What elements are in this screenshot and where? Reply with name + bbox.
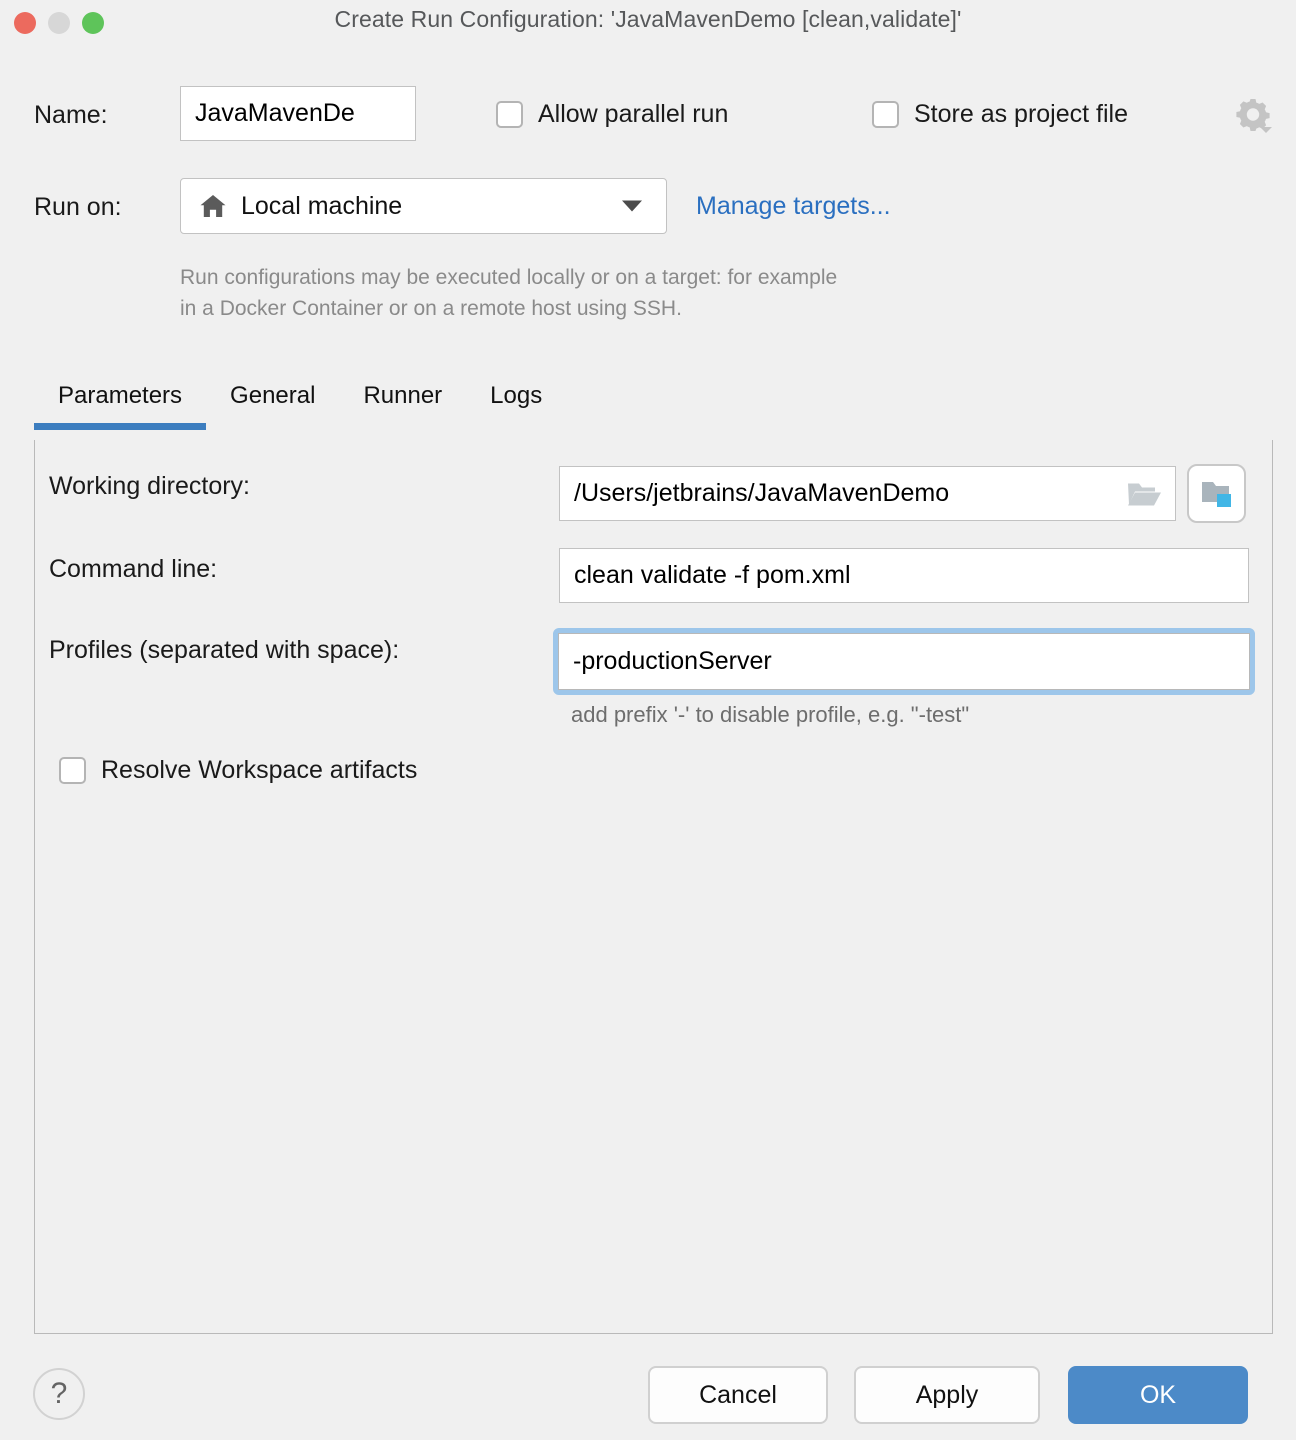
profiles-label: Profiles (separated with space): (49, 636, 400, 664)
allow-parallel-run-checkbox[interactable]: Allow parallel run (496, 100, 728, 129)
working-directory-value: /Users/jetbrains/JavaMavenDemo (574, 479, 950, 507)
resolve-workspace-artifacts-label: Resolve Workspace artifacts (101, 756, 418, 784)
run-on-hint-line-2: in a Docker Container or on a remote hos… (180, 297, 682, 320)
command-line-row: Command line: (49, 555, 217, 584)
profiles-input-focus-ring: -productionServer (553, 628, 1255, 695)
chevron-down-icon[interactable] (622, 200, 642, 212)
window-title: Create Run Configuration: 'JavaMavenDemo… (334, 6, 962, 32)
run-on-hint-line-1: Run configurations may be executed local… (180, 266, 838, 289)
parameters-panel: Working directory: /Users/jetbrains/Java… (34, 440, 1273, 1334)
tab-parameters[interactable]: Parameters (34, 382, 207, 430)
command-line-label: Command line: (49, 555, 218, 583)
checkbox-box[interactable] (59, 757, 86, 784)
profiles-value: -productionServer (573, 647, 772, 675)
working-directory-label: Working directory: (49, 472, 250, 500)
name-input[interactable]: JavaMavenDe (180, 86, 416, 141)
store-as-project-file-label: Store as project file (914, 100, 1128, 128)
checkbox-box[interactable] (496, 101, 523, 128)
allow-parallel-run-label: Allow parallel run (538, 100, 729, 128)
gear-icon[interactable] (1233, 96, 1273, 136)
working-directory-input[interactable]: /Users/jetbrains/JavaMavenDemo (559, 466, 1176, 521)
run-on-hint: Run configurations may be executed local… (180, 262, 837, 324)
command-line-input[interactable]: clean validate -f pom.xml (559, 548, 1249, 603)
working-directory-row: Working directory: (49, 472, 250, 501)
insert-macro-folder-icon (1201, 481, 1231, 507)
title-bar: Create Run Configuration: 'JavaMavenDemo… (0, 0, 1296, 52)
checkbox-box[interactable] (872, 101, 899, 128)
help-button[interactable]: ? (33, 1368, 85, 1420)
profiles-row: Profiles (separated with space): (49, 636, 399, 665)
profiles-hint: add prefix '-' to disable profile, e.g. … (571, 702, 970, 727)
ok-button[interactable]: OK (1068, 1366, 1248, 1424)
insert-macro-folder-icon-button[interactable] (1187, 464, 1246, 523)
tab-bar: Parameters General Runner Logs (34, 382, 566, 430)
profiles-input[interactable]: -productionServer (558, 633, 1250, 690)
run-on-label: Run on: (34, 193, 122, 221)
run-on-row: Run on: Local machine Manage targets... (0, 178, 1296, 236)
command-line-value: clean validate -f pom.xml (574, 561, 851, 589)
tab-logs[interactable]: Logs (466, 382, 566, 430)
home-icon (200, 195, 226, 217)
apply-button[interactable]: Apply (854, 1366, 1040, 1424)
resolve-workspace-artifacts-checkbox[interactable]: Resolve Workspace artifacts (59, 756, 417, 785)
manage-targets-link[interactable]: Manage targets... (696, 192, 891, 221)
tab-general[interactable]: General (206, 382, 339, 430)
name-label: Name: (34, 101, 108, 129)
folder-icon[interactable] (1127, 480, 1161, 507)
create-run-configuration-dialog: Create Run Configuration: 'JavaMavenDemo… (0, 0, 1296, 1440)
run-on-dropdown[interactable]: Local machine (180, 178, 667, 234)
store-as-project-file-checkbox[interactable]: Store as project file (872, 100, 1128, 129)
name-row: Name: JavaMavenDe Allow parallel run Sto… (0, 86, 1296, 144)
run-on-value: Local machine (241, 191, 403, 220)
cancel-button[interactable]: Cancel (648, 1366, 828, 1424)
tab-runner[interactable]: Runner (339, 382, 466, 430)
